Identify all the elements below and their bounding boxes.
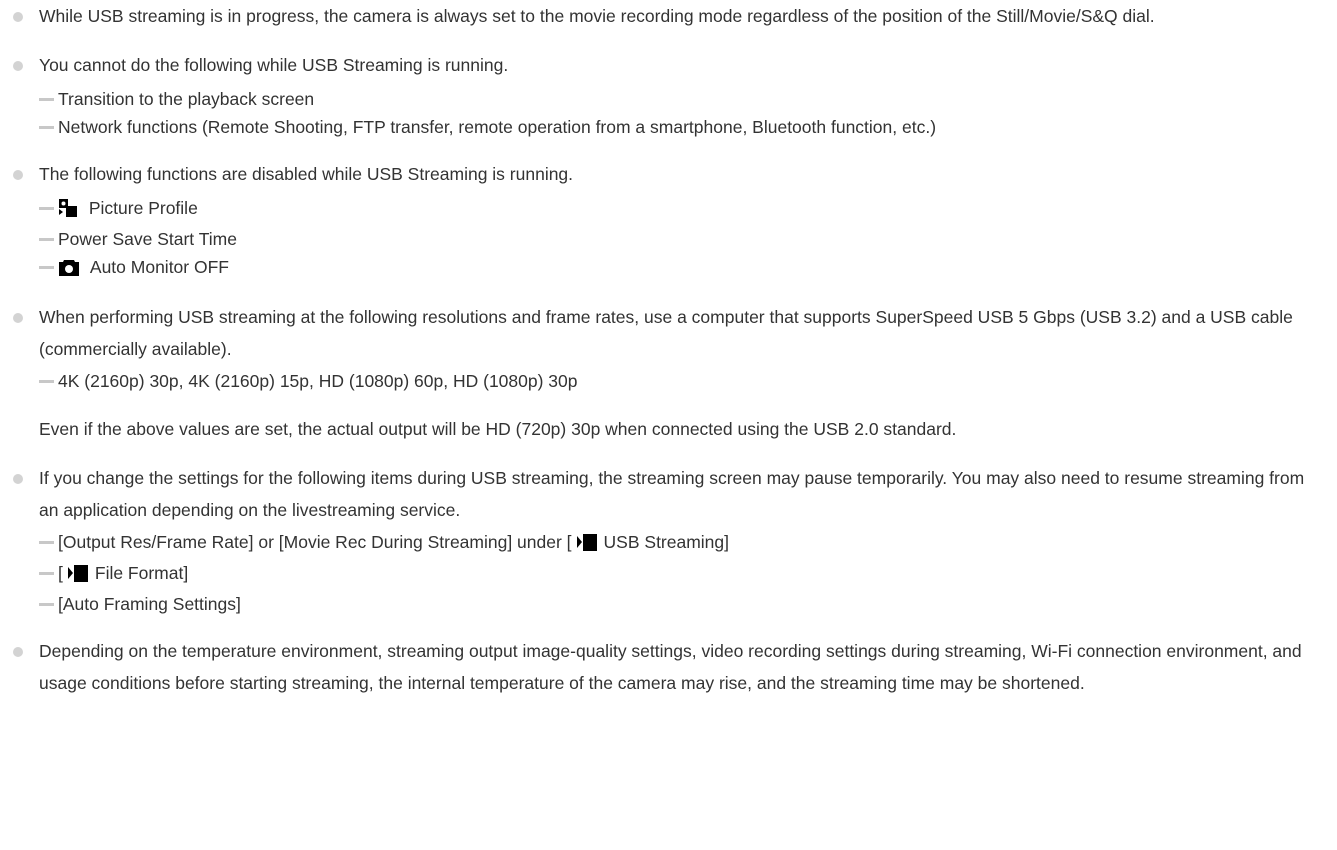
sub-list-item: Picture Profile <box>39 194 1327 225</box>
sub-list: Picture Profile Power Save Start Time Au… <box>39 194 1327 284</box>
note-item: Depending on the temperature environment… <box>0 635 1337 699</box>
dash-icon <box>39 238 54 241</box>
dash-icon <box>39 380 54 383</box>
dash-icon <box>39 126 54 129</box>
note-item: When performing USB streaming at the fol… <box>0 301 1337 445</box>
note-item: While USB streaming is in progress, the … <box>0 0 1337 32</box>
dash-icon <box>39 572 54 575</box>
sub-item-label-after: USB Streaming] <box>603 532 730 552</box>
note-text: The following functions are disabled whi… <box>39 164 574 184</box>
sub-item-label: Picture Profile <box>88 198 198 218</box>
sub-list-item: Auto Monitor OFF <box>39 253 1327 284</box>
sub-list-item: 4K (2160p) 30p, 4K (2160p) 15p, HD (1080… <box>39 367 1327 395</box>
sub-item-label-before: [Output Res/Frame Rate] or [Movie Rec Du… <box>58 532 572 552</box>
sub-item-label: Power Save Start Time <box>58 229 237 249</box>
note-item: The following functions are disabled whi… <box>0 158 1337 284</box>
sub-list: [Output Res/Frame Rate] or [Movie Rec Du… <box>39 528 1327 618</box>
bullet-icon <box>13 61 23 71</box>
sub-list: Transition to the playback screen Networ… <box>39 85 1327 141</box>
dash-icon <box>39 603 54 606</box>
dash-icon <box>39 541 54 544</box>
sub-item-label: Transition to the playback screen <box>58 89 315 109</box>
notes-list: While USB streaming is in progress, the … <box>0 0 1337 716</box>
sub-item-label: 4K (2160p) 30p, 4K (2160p) 15p, HD (1080… <box>58 371 578 391</box>
sub-item-label-after: File Format] <box>94 563 189 583</box>
sub-list-item: [Auto Framing Settings] <box>39 590 1327 618</box>
dash-icon <box>39 98 54 101</box>
sub-item-label-before: [Auto Framing Settings] <box>58 594 241 614</box>
picture-profile-icon <box>58 197 78 225</box>
sub-list-item: [ File Format] <box>39 559 1327 590</box>
note-text: While USB streaming is in progress, the … <box>39 6 1155 26</box>
bullet-icon <box>13 170 23 180</box>
note-text: When performing USB streaming at the fol… <box>39 307 1293 359</box>
sub-list-item: [Output Res/Frame Rate] or [Movie Rec Du… <box>39 528 1327 559</box>
camera-icon <box>58 256 80 284</box>
note-item: You cannot do the following while USB St… <box>0 49 1337 141</box>
sub-list-item: Transition to the playback screen <box>39 85 1327 113</box>
note-text: If you change the settings for the follo… <box>39 468 1305 520</box>
sub-list-item: Network functions (Remote Shooting, FTP … <box>39 113 1327 141</box>
bullet-icon <box>13 647 23 657</box>
note-text: You cannot do the following while USB St… <box>39 55 509 75</box>
movie-icon <box>67 562 89 590</box>
dash-icon <box>39 266 54 269</box>
note-text: Depending on the temperature environment… <box>39 641 1302 693</box>
sub-list-item: Power Save Start Time <box>39 225 1327 253</box>
sub-item-label-before: [ <box>58 563 63 583</box>
bullet-icon <box>13 313 23 323</box>
movie-icon <box>576 531 598 559</box>
bullet-icon <box>13 12 23 22</box>
sub-list: 4K (2160p) 30p, 4K (2160p) 15p, HD (1080… <box>39 367 1327 395</box>
sub-item-label: Auto Monitor OFF <box>89 257 229 277</box>
note-item: If you change the settings for the follo… <box>0 462 1337 618</box>
sub-item-label: Network functions (Remote Shooting, FTP … <box>58 117 937 137</box>
bullet-icon <box>13 474 23 484</box>
note-extra-text: Even if the above values are set, the ac… <box>39 419 957 439</box>
dash-icon <box>39 207 54 210</box>
